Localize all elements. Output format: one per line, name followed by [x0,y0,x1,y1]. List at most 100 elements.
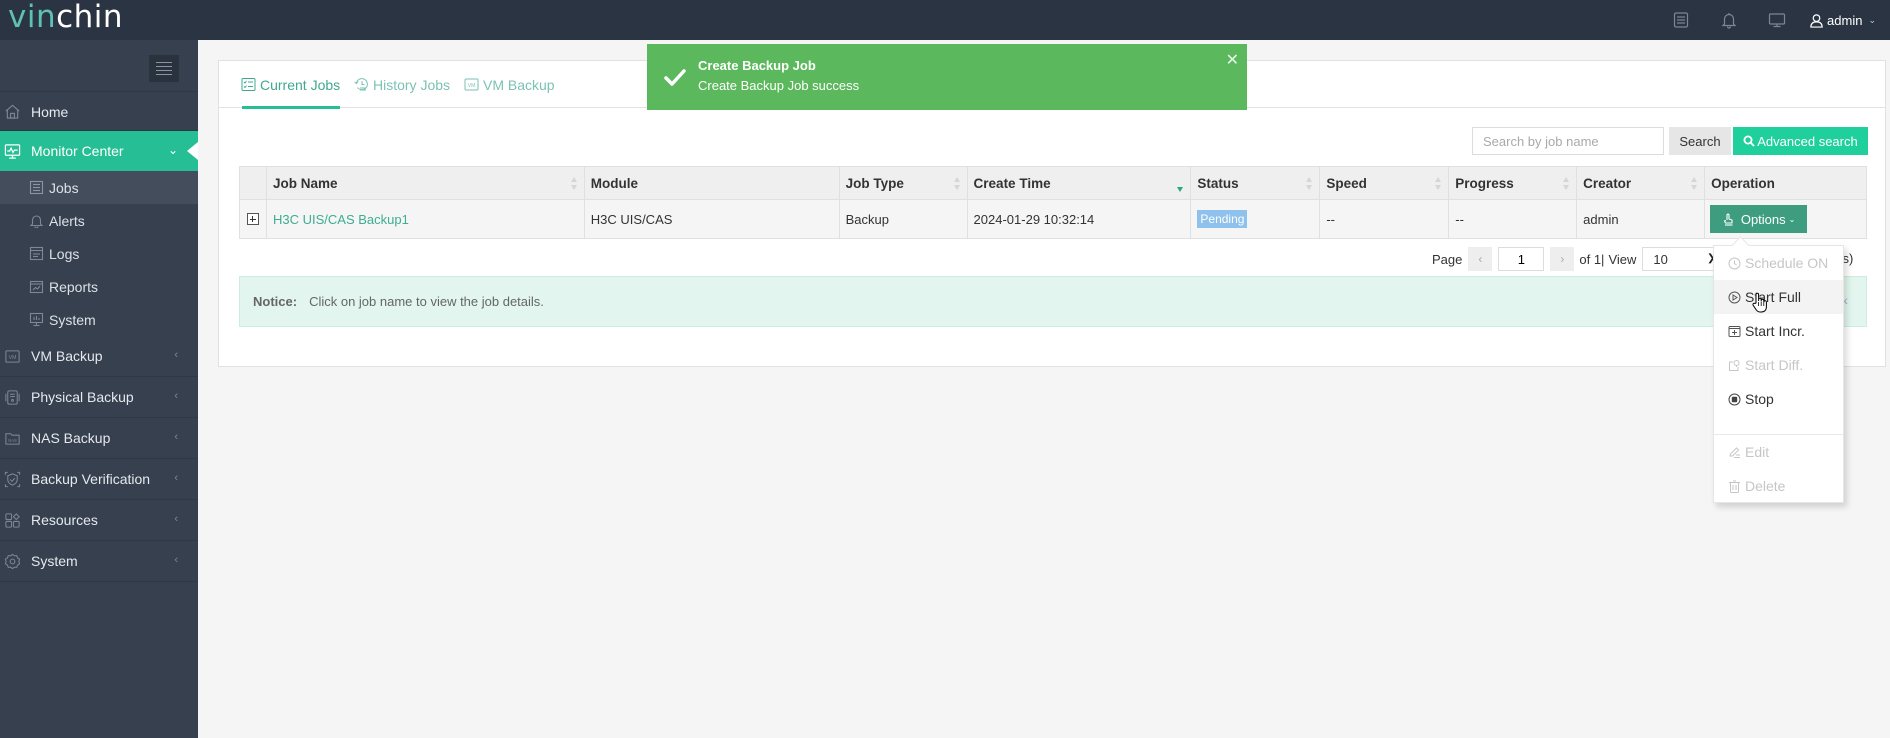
page-number-input[interactable] [1498,247,1545,271]
notice-banner: Notice: Click on job name to view the jo… [239,276,1867,327]
job-name-link[interactable]: H3C UIS/CAS Backup1 [273,212,409,227]
play-circle-icon [1728,291,1741,303]
menu-item-start-full[interactable]: Start Full [1714,280,1843,314]
header-creator[interactable]: Creator [1577,167,1706,199]
resources-icon [0,512,32,529]
header-expand [240,167,267,199]
notice-close-icon[interactable]: ‹ [1843,292,1848,308]
user-icon [1810,13,1823,28]
sidebar-item-resources[interactable]: Resources ‹ [0,500,198,541]
task-list-icon[interactable] [1657,0,1705,40]
sort-icon [953,177,961,190]
prev-page-button[interactable]: ‹ [1468,247,1493,271]
clock-icon [1728,257,1741,269]
chevron-down-icon: ⌄ [167,143,178,157]
chevron-down-icon: ⌄ [1788,214,1796,224]
logo-text-chin: chin [56,0,124,35]
menu-item-schedule-on[interactable]: Schedule ON [1714,246,1843,280]
report-icon [29,280,44,294]
page-size-select[interactable]: 10 ❯ [1642,247,1721,271]
expand-row-icon[interactable] [246,213,259,225]
menu-item-delete[interactable]: Delete [1714,469,1843,503]
sidebar: Home Monitor Center ⌄ Jobs Alerts Logs R… [0,40,198,738]
chevron-left-icon: ‹ [174,349,178,361]
home-icon [0,103,32,120]
user-name: admin [1827,12,1863,28]
sort-icon [1435,177,1442,190]
tab-history-jobs[interactable]: History Jobs [354,61,450,108]
incremental-icon [1728,325,1741,337]
sort-desc-icon [1177,177,1184,192]
chevron-left-icon: ‹ [174,513,178,525]
monitor-icon[interactable] [1753,0,1801,40]
chevron-left-icon: ‹ [174,431,178,443]
checklist-icon [241,78,256,91]
menu-item-stop[interactable]: Stop [1714,382,1843,416]
sort-icon [1691,177,1698,190]
vm-icon: VM [0,348,32,365]
menu-item-start-incr[interactable]: Start Incr. [1714,314,1843,348]
options-button[interactable]: Options ⌄ [1710,205,1808,233]
sidebar-toggle-button[interactable] [149,55,179,82]
vm-icon: VM [464,78,479,91]
vinchin-logo[interactable]: vinchin [8,0,123,34]
sidebar-item-reports[interactable]: Reports [0,270,198,303]
hand-pointer-icon [1723,212,1733,226]
sidebar-item-jobs[interactable]: Jobs [0,171,198,204]
sort-icon [1563,177,1570,190]
job-search-input[interactable] [1472,127,1664,155]
sort-icon [570,177,578,190]
user-menu[interactable]: admin ⌄ [1801,0,1890,40]
menu-item-start-diff[interactable]: Start Diff. [1714,348,1843,382]
svg-text:VM: VM [468,83,476,89]
shield-check-icon [0,471,32,488]
chevron-down-icon: ⌄ [1868,14,1876,25]
header-speed[interactable]: Speed [1320,167,1450,199]
table-row: H3C UIS/CAS Backup1 H3C UIS/CAS Backup 2… [240,200,1866,238]
header-progress[interactable]: Progress [1449,167,1578,199]
sidebar-item-physical-backup[interactable]: Physical Backup ‹ [0,377,198,418]
menu-item-edit[interactable]: Edit [1714,435,1843,469]
sidebar-item-alerts[interactable]: Alerts [0,204,198,237]
header-job-name[interactable]: Job Name [267,167,585,199]
svg-text:VM: VM [9,354,17,360]
sidebar-item-home[interactable]: Home [0,93,198,131]
sort-icon [1306,177,1313,190]
notice-text: Click on job name to view the job detail… [309,294,544,309]
options-menu: Schedule ON Start Full Start Incr. Start… [1713,245,1844,503]
system-chart-icon [29,312,44,327]
header-job-type[interactable]: Job Type [840,167,968,199]
sidebar-item-system[interactable]: System ‹ [0,541,198,582]
create-time-value: 2024-01-29 10:32:14 [973,211,1095,227]
tab-current-jobs[interactable]: Current Jobs [241,61,341,109]
differential-icon [1729,359,1740,371]
status-badge: Pending [1197,210,1248,228]
list-icon [29,180,44,195]
advanced-search-button[interactable]: Advanced search [1733,127,1868,155]
bell-icon[interactable] [1705,0,1753,40]
toast-close-icon[interactable]: ✕ [1226,50,1239,70]
tab-vm-backup[interactable]: VM VM Backup [464,61,555,108]
sidebar-item-logs[interactable]: Logs [0,237,198,270]
sidebar-item-backup-verification[interactable]: Backup Verification ‹ [0,459,198,500]
success-toast: Create Backup Job Create Backup Job succ… [647,44,1247,110]
view-label: View [1608,251,1637,267]
sidebar-item-monitor-center[interactable]: Monitor Center ⌄ [0,131,198,171]
header-status[interactable]: Status [1191,167,1321,199]
nas-icon: NAS [0,430,32,447]
bell-icon [29,215,44,228]
top-bar: vinchin admin ⌄ [0,0,1890,40]
log-icon [29,246,44,261]
sidebar-item-system-monitor[interactable]: System [0,303,198,336]
monitor-center-icon [0,143,32,160]
header-create-time[interactable]: Create Time [968,167,1192,199]
speed-value: -- [1326,211,1335,227]
jobs-table: Job Name Module Job Type Create Time Sta… [239,166,1867,239]
next-page-button[interactable]: › [1550,247,1575,271]
page-count-label: of 1| [1579,251,1605,267]
search-button[interactable]: Search [1669,127,1731,155]
sidebar-item-nas-backup[interactable]: NAS NAS Backup ‹ [0,418,198,459]
table-header: Job Name Module Job Type Create Time Sta… [240,167,1866,200]
sidebar-item-vm-backup[interactable]: VM VM Backup ‹ [0,336,198,377]
page-label: Page [1432,251,1463,267]
